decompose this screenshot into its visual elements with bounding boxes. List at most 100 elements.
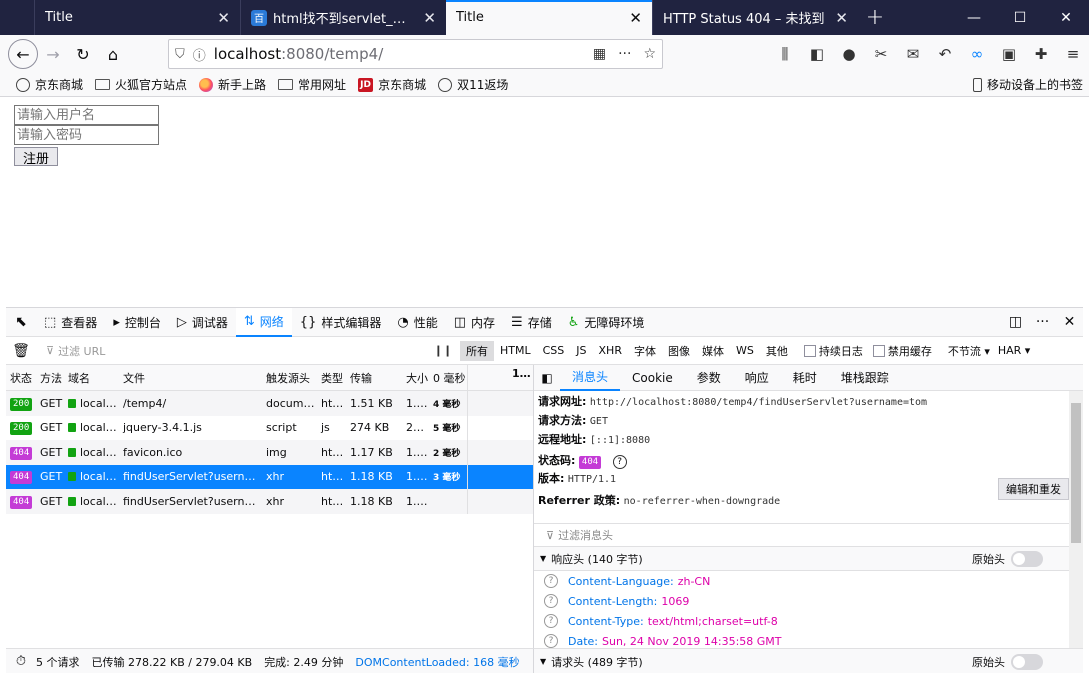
close-icon[interactable]: ✕ [423, 9, 436, 27]
menu-icon[interactable]: ≡ [1057, 45, 1089, 63]
tab-inspector[interactable]: ⬚ 查看器 [36, 308, 105, 337]
close-icon[interactable]: ✕ [835, 9, 848, 27]
har-menu[interactable]: HAR ▾ [998, 344, 1030, 357]
screenshot-icon[interactable]: ✂ [865, 45, 897, 63]
clear-trash-icon[interactable]: 🗑 [6, 343, 36, 359]
devtools-menu-icon[interactable]: ··· [1029, 314, 1056, 330]
account-icon[interactable]: ● [833, 45, 865, 63]
table-row[interactable]: 404 GET localhost:8080 findUserServlet?u… [6, 489, 533, 514]
edit-and-resend-button[interactable]: 编辑和重发 [998, 478, 1069, 500]
new-tab-button[interactable]: + [858, 0, 892, 35]
window-close-icon[interactable]: ✕ [1043, 0, 1089, 35]
tab-response[interactable]: 响应 [733, 365, 781, 391]
throttle-select[interactable]: 不节流 ▾ [948, 343, 990, 359]
qr-code-icon[interactable]: ▦ [593, 46, 606, 62]
col-file[interactable]: 文件 [119, 370, 262, 386]
element-picker-icon[interactable]: ⬉ [6, 314, 36, 330]
pause-icon[interactable]: ❙❙ [426, 344, 460, 357]
filter-css[interactable]: CSS [537, 342, 571, 359]
sync-icon[interactable]: ∞ [961, 45, 993, 63]
filter-images[interactable]: 图像 [662, 341, 696, 361]
filter-all[interactable]: 所有 [460, 340, 494, 361]
minimize-icon[interactable]: — [951, 0, 997, 35]
tab-headers[interactable]: 消息头 [560, 365, 621, 391]
sidebar-icon[interactable]: ◧ [801, 45, 833, 63]
bookmark-jd-mall[interactable]: 京东商城 [16, 76, 83, 93]
toggle-switch[interactable] [1011, 550, 1043, 567]
col-size[interactable]: 大小 [402, 370, 429, 386]
close-icon[interactable]: ✕ [217, 9, 230, 27]
persist-log-checkbox[interactable]: 持续日志 [803, 343, 863, 359]
filter-js[interactable]: JS [570, 342, 592, 359]
library-icon[interactable]: ⫼ [769, 45, 801, 63]
close-icon[interactable]: ✕ [629, 9, 642, 27]
mobile-bookmarks[interactable]: 移动设备上的书签 [972, 76, 1083, 93]
help-icon[interactable]: ? [544, 574, 558, 588]
undo-icon[interactable]: ↶ [929, 45, 961, 63]
forward-button[interactable]: → [38, 39, 68, 69]
help-icon[interactable]: ? [544, 594, 558, 608]
maximize-icon[interactable]: ☐ [997, 0, 1043, 35]
table-row[interactable]: 200 GET localhost:8080 jquery-3.4.1.js s… [6, 415, 533, 440]
bookmark-getting-started[interactable]: 新手上路 [199, 76, 266, 93]
bookmark-firefox-official[interactable]: 火狐官方站点 [95, 76, 187, 93]
raw-headers-toggle[interactable]: 原始头 [972, 550, 1043, 567]
request-headers-section[interactable]: ▼ 请求头 (489 字节) 原始头 [533, 648, 1083, 673]
toggle-switch[interactable] [1011, 653, 1043, 670]
filter-media[interactable]: 媒体 [696, 341, 730, 361]
filter-fonts[interactable]: 字体 [628, 341, 662, 361]
tracking-shield-icon[interactable]: ⛉ [175, 47, 185, 62]
table-row[interactable]: 200 GET localhost:8080 /temp4/ document … [6, 391, 533, 416]
tab-debugger[interactable]: ▷ 调试器 [169, 308, 236, 337]
tab-cookies[interactable]: Cookie [620, 365, 685, 391]
page-actions-icon[interactable]: ··· [618, 46, 631, 62]
reload-button[interactable]: ↻ [68, 39, 98, 69]
col-time[interactable]: 0 毫秒 [429, 370, 467, 386]
tab-baidu-search[interactable]: 百 html找不到servlet_百度搜索 ✕ [240, 0, 446, 35]
col-type[interactable]: 类型 [317, 370, 346, 386]
site-info-icon[interactable]: ⓘ [193, 45, 206, 64]
tab-params[interactable]: 参数 [685, 365, 733, 391]
tab-title-active[interactable]: Title ✕ [446, 0, 652, 35]
filter-ws[interactable]: WS [730, 342, 760, 359]
back-button[interactable]: ← [8, 39, 38, 69]
help-icon[interactable]: ? [544, 614, 558, 628]
filter-url-input[interactable]: ⊽ 过滤 URL [36, 343, 426, 359]
username-input[interactable] [14, 105, 159, 125]
table-row-selected[interactable]: 404 GET localhost:8080 findUserServlet?u… [6, 464, 533, 489]
url-bar[interactable]: ⛉ ⓘ localhost:8080/temp4/ ▦ ··· ☆ [168, 39, 663, 69]
toggle-sidebar-icon[interactable]: ◧ [534, 371, 560, 385]
help-icon[interactable]: ? [544, 634, 558, 648]
tab-storage[interactable]: ☰ 存储 [503, 308, 560, 337]
filter-other[interactable]: 其他 [760, 341, 794, 361]
tab-timings[interactable]: 耗时 [781, 365, 829, 391]
scrollbar-thumb[interactable] [1071, 403, 1081, 543]
tab-title-1[interactable]: Title ✕ [34, 0, 240, 35]
tab-memory[interactable]: ◫ 内存 [446, 308, 503, 337]
devtools-close-icon[interactable]: ✕ [1056, 314, 1083, 330]
url-text[interactable]: localhost:8080/temp4/ [214, 45, 581, 63]
profile-icon[interactable]: ▣ [993, 45, 1025, 63]
col-method[interactable]: 方法 [36, 370, 64, 386]
tab-network[interactable]: ⇅ 网络 [235, 307, 292, 337]
filter-xhr[interactable]: XHR [593, 342, 628, 359]
tab-http-status-404[interactable]: HTTP Status 404 – 未找到 ✕ [652, 0, 858, 35]
dock-icon[interactable]: ◫ [1002, 314, 1029, 330]
response-headers-section[interactable]: ▼ 响应头 (140 字节) 原始头 [534, 547, 1083, 571]
performance-analysis-icon[interactable]: ⏱ [6, 654, 36, 669]
tab-stack-trace[interactable]: 堆栈跟踪 [829, 365, 901, 391]
tab-accessibility[interactable]: ♿ 无障碍环境 [560, 308, 653, 337]
extensions-icon[interactable]: ✚ [1025, 45, 1057, 63]
filter-html[interactable]: HTML [494, 342, 537, 359]
help-icon[interactable]: ? [612, 455, 627, 469]
filter-headers-input[interactable]: ⊽ 过滤消息头 [534, 523, 1083, 547]
details-scrollbar[interactable] [1069, 391, 1083, 648]
disable-cache-checkbox[interactable]: 禁用缓存 [872, 343, 932, 359]
col-status[interactable]: 状态 [6, 370, 36, 386]
table-row[interactable]: 404 GET localhost:8080 favicon.ico img h… [6, 440, 533, 465]
chat-icon[interactable]: ✉ [897, 45, 929, 63]
tab-performance[interactable]: ◔ 性能 [389, 308, 445, 337]
register-button[interactable]: 注册 [14, 147, 59, 167]
col-domain[interactable]: 域名 [64, 370, 119, 386]
bookmark-star-icon[interactable]: ☆ [643, 46, 656, 62]
